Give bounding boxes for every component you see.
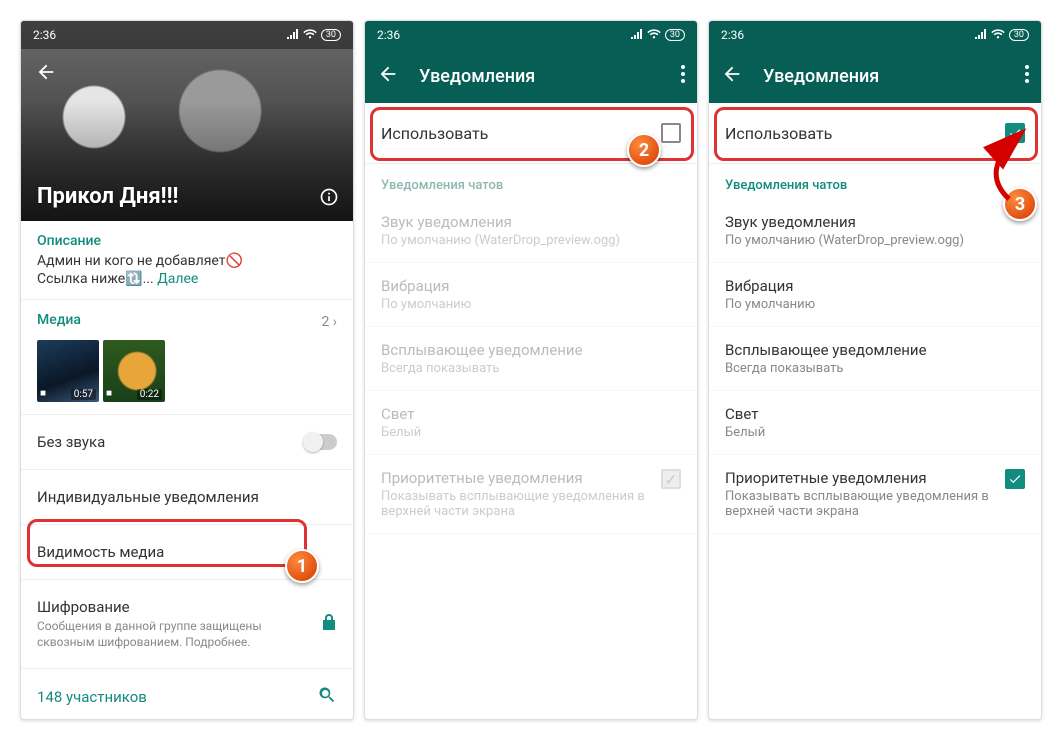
- light-row[interactable]: Свет Белый: [709, 391, 1041, 455]
- encryption-row[interactable]: Шифрование Сообщения в данной группе защ…: [21, 580, 353, 669]
- phone-screen-notifications-disabled: 2:36 30 Уведомления Использовать Уведомл…: [364, 20, 698, 720]
- lock-icon: [321, 613, 337, 635]
- wifi-icon: [991, 29, 1005, 42]
- use-label: Использовать: [381, 124, 488, 143]
- signal-icon: [975, 29, 987, 42]
- media-thumb-1[interactable]: ■ 0:57: [37, 340, 99, 402]
- more-icon[interactable]: [1025, 65, 1029, 88]
- encryption-sub: Сообщения в данной группе защищены сквоз…: [37, 618, 297, 650]
- phone-screen-group-info: 2:36 30 Прикол Дня!!! Описание Админ ни …: [20, 20, 354, 720]
- signal-icon: [287, 29, 299, 42]
- description-more-link[interactable]: Далее: [157, 271, 198, 287]
- wifi-icon: [303, 29, 317, 42]
- use-label: Использовать: [725, 124, 832, 143]
- use-checkbox-checked[interactable]: [1005, 123, 1025, 143]
- use-checkbox-unchecked[interactable]: [661, 123, 681, 143]
- mute-label: Без звука: [37, 433, 105, 451]
- group-cover: Прикол Дня!!!: [21, 21, 353, 221]
- vibration-row[interactable]: Вибрация По умолчанию: [709, 263, 1041, 327]
- chat-notif-header: Уведомления чатов: [365, 164, 697, 199]
- media-thumb-2[interactable]: ■ 0:22: [103, 340, 165, 402]
- signal-icon: [631, 29, 643, 42]
- media-label: Медиа: [37, 312, 81, 328]
- description-line1: Админ ни кого не добавляет🚫: [37, 253, 337, 269]
- group-title: Прикол Дня!!!: [37, 184, 337, 209]
- phone-screen-notifications-enabled: 2:36 30 Уведомления Использовать Уведомл…: [708, 20, 1042, 720]
- light-row: Свет Белый: [365, 391, 697, 455]
- back-button[interactable]: [377, 63, 399, 90]
- battery-icon: 30: [1009, 29, 1029, 41]
- search-icon[interactable]: [317, 685, 337, 709]
- status-icons: 30: [631, 29, 685, 42]
- callout-badge-2: 2: [627, 133, 661, 167]
- chat-notif-header: Уведомления чатов: [709, 164, 1041, 199]
- encryption-title: Шифрование: [37, 598, 130, 616]
- app-bar: Уведомления: [365, 49, 697, 103]
- appbar-title: Уведомления: [763, 66, 1005, 87]
- description-section[interactable]: Описание Админ ни кого не добавляет🚫 Ссы…: [21, 221, 353, 300]
- thumb-2-duration: 0:22: [137, 389, 162, 400]
- mute-row[interactable]: Без звука: [21, 415, 353, 470]
- status-time: 2:36: [33, 28, 56, 42]
- more-icon[interactable]: [681, 65, 685, 88]
- custom-notifications-label: Индивидуальные уведомления: [37, 488, 259, 506]
- status-bar: 2:36 30: [365, 21, 697, 49]
- status-bar: 2:36 30: [21, 21, 353, 49]
- use-custom-row[interactable]: Использовать: [709, 103, 1041, 164]
- battery-icon: 30: [321, 29, 341, 41]
- priority-row[interactable]: Приоритетные уведомления Показывать вспл…: [709, 455, 1041, 534]
- wifi-icon: [647, 29, 661, 42]
- vibration-row: Вибрация По умолчанию: [365, 263, 697, 327]
- status-icons: 30: [287, 29, 341, 42]
- battery-icon: 30: [665, 29, 685, 41]
- video-icon: ■: [106, 388, 112, 399]
- status-time: 2:36: [377, 28, 400, 42]
- sound-row[interactable]: Звук уведомления По умолчанию (WaterDrop…: [709, 199, 1041, 263]
- app-bar: Уведомления: [709, 49, 1041, 103]
- status-time: 2:36: [721, 28, 744, 42]
- thumb-1-duration: 0:57: [71, 389, 96, 400]
- popup-row: Всплывающее уведомление Всегда показыват…: [365, 327, 697, 391]
- back-button[interactable]: [721, 63, 743, 90]
- description-heading: Описание: [37, 233, 337, 249]
- participants-count: 148 участников: [37, 688, 147, 706]
- sound-row: Звук уведомления По умолчанию (WaterDrop…: [365, 199, 697, 263]
- priority-row: Приоритетные уведомления Показывать вспл…: [365, 455, 697, 534]
- media-visibility-label: Видимость медиа: [37, 543, 164, 561]
- video-icon: ■: [40, 388, 46, 399]
- priority-checkbox[interactable]: [1005, 469, 1025, 489]
- priority-checkbox: ✓: [661, 469, 681, 489]
- status-icons: 30: [975, 29, 1029, 42]
- mute-toggle[interactable]: [303, 434, 337, 450]
- appbar-title: Уведомления: [419, 66, 661, 87]
- custom-notifications-row[interactable]: Индивидуальные уведомления: [21, 470, 353, 525]
- media-section[interactable]: Медиа 2 › ■ 0:57 ■ 0:22: [21, 300, 353, 415]
- back-button[interactable]: [35, 61, 57, 87]
- callout-badge-1: 1: [285, 549, 319, 583]
- participants-row[interactable]: 148 участников: [21, 669, 353, 720]
- info-icon[interactable]: [319, 187, 339, 211]
- description-line2: Ссылка ниже🔃... Далее: [37, 271, 337, 287]
- status-bar: 2:36 30: [709, 21, 1041, 49]
- popup-row[interactable]: Всплывающее уведомление Всегда показыват…: [709, 327, 1041, 391]
- callout-badge-3: 3: [1003, 187, 1037, 221]
- media-count: 2 ›: [321, 314, 337, 330]
